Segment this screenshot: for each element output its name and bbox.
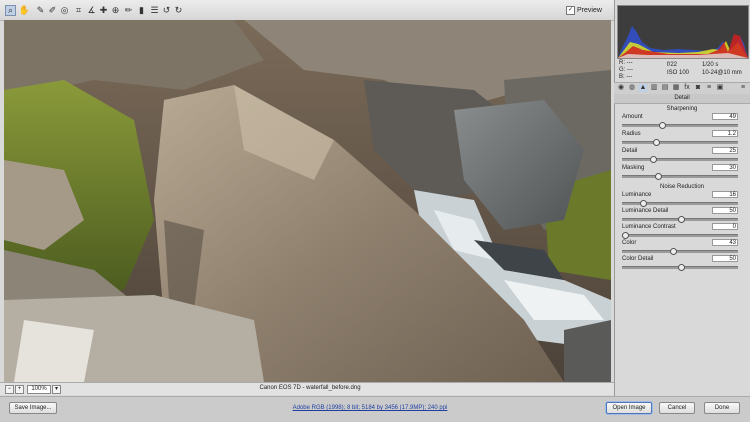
hsl-tab-icon[interactable]: ▥	[650, 84, 658, 92]
zoom-in-button[interactable]: +	[15, 385, 24, 394]
spot-removal-icon[interactable]: ✚	[98, 5, 109, 16]
save-image-button[interactable]: Save Image...	[9, 402, 57, 414]
noise-reduction-heading: Noise Reduction	[659, 184, 705, 190]
slider-label: Masking	[622, 165, 645, 171]
hand-icon[interactable]: ✋	[19, 5, 30, 16]
image-canvas[interactable]	[4, 20, 611, 382]
slider-thumb[interactable]	[677, 264, 685, 271]
slider-thumb[interactable]	[622, 232, 629, 239]
iso: ISO 100	[667, 70, 690, 76]
slider-thumb[interactable]	[658, 122, 666, 129]
redeye-icon[interactable]: ⊕	[110, 5, 121, 16]
slider-value-field[interactable]: 25	[712, 147, 738, 154]
slider-label: Amount	[622, 114, 643, 120]
histogram	[617, 5, 749, 59]
effects-tab-icon[interactable]: fx	[683, 84, 691, 92]
straighten-icon[interactable]: ∡	[86, 5, 97, 16]
camera-calibration-tab-icon[interactable]: ◙	[694, 84, 702, 92]
slider-value-field[interactable]: 0	[712, 223, 738, 230]
slider-row: Color Detail 50	[622, 255, 738, 271]
eyedropper-icon[interactable]: ✎	[35, 5, 46, 16]
presets-tab-icon[interactable]: ≡	[705, 84, 713, 92]
zoom-level[interactable]: 100%	[27, 385, 51, 394]
slider-label: Radius	[622, 131, 641, 137]
slider-thumb[interactable]	[649, 156, 657, 163]
preferences-icon[interactable]: ☰	[149, 5, 160, 16]
slider-track[interactable]	[622, 158, 738, 161]
slider-track[interactable]	[622, 124, 738, 127]
slider-track[interactable]	[622, 234, 738, 237]
slider-label: Color	[622, 240, 637, 246]
slider-value-field[interactable]: 16	[712, 191, 738, 198]
graduated-filter-icon[interactable]: ▮	[136, 5, 147, 16]
preview-checkbox[interactable]: ✓	[566, 6, 575, 15]
slider-value-field[interactable]: 43	[712, 239, 738, 246]
slider-row: Color 43	[622, 239, 738, 255]
snapshots-tab-icon[interactable]: ▣	[716, 84, 724, 92]
preview-label: Preview	[577, 7, 602, 14]
rotate-left-icon[interactable]: ↺	[161, 5, 172, 16]
slider-label: Luminance Detail	[622, 208, 669, 214]
open-image-button[interactable]: Open Image	[606, 402, 652, 414]
slider-thumb[interactable]	[669, 248, 677, 255]
zoom-icon[interactable]: ⌕	[5, 5, 16, 16]
brush-icon[interactable]: ✏	[123, 5, 134, 16]
color-sampler-icon[interactable]: ✐	[47, 5, 58, 16]
slider-value-field[interactable]: 50	[712, 255, 738, 262]
histogram-graph	[618, 6, 748, 58]
slider-label: Luminance Contrast	[622, 224, 676, 230]
target-adjust-icon[interactable]: ◎	[59, 5, 70, 16]
slider-track[interactable]	[622, 141, 738, 144]
sharpening-heading: Sharpening	[666, 106, 698, 112]
image-caption: Canon EOS 7D - waterfall_before.dng	[259, 385, 361, 391]
status-bar: − + 100% ▾ Canon EOS 7D - waterfall_befo…	[0, 382, 614, 395]
slider-row: Masking 30	[622, 164, 738, 180]
slider-thumb[interactable]	[655, 173, 663, 180]
panel-menu-icon[interactable]: ≡	[739, 84, 747, 92]
slider-row: Luminance 16	[622, 191, 738, 207]
slider-row: Luminance Contrast 0	[622, 223, 738, 239]
pixel-readout: R: --- G: --- B: --- f/22 1/20 s ISO 100…	[619, 60, 742, 80]
preview-toggle[interactable]: ✓ Preview	[566, 6, 602, 15]
split-toning-tab-icon[interactable]: ▤	[661, 84, 669, 92]
tone-curve-tab-icon[interactable]: ◍	[628, 84, 636, 92]
slider-thumb[interactable]	[653, 139, 661, 146]
lens-tab-icon[interactable]: ▦	[672, 84, 680, 92]
shutter-speed: 1/20 s	[702, 62, 719, 68]
toolbar: ⌕ ✋ ✎ ✐ ◎ ⌗ ∡ ✚ ⊕ ✏ ▮ ☰ ↺ ↻	[0, 0, 614, 21]
slider-track[interactable]	[622, 175, 738, 178]
slider-value-field[interactable]: 1.2	[712, 130, 738, 137]
slider-thumb[interactable]	[677, 216, 685, 223]
done-button[interactable]: Done	[704, 402, 740, 414]
rotate-right-icon[interactable]: ↻	[173, 5, 184, 16]
slider-row: Radius 1.2	[622, 130, 738, 146]
crop-icon[interactable]: ⌗	[73, 5, 84, 16]
zoom-out-button[interactable]: −	[5, 385, 14, 394]
aperture: f/22	[667, 62, 678, 68]
slider-label: Detail	[622, 148, 638, 154]
slider-label: Color Detail	[622, 256, 654, 262]
slider-value-field[interactable]: 49	[712, 113, 738, 120]
detail-tab-triangle-icon[interactable]: ▲	[639, 84, 647, 92]
slider-label: Luminance	[622, 192, 652, 198]
slider-value-field[interactable]: 50	[712, 207, 738, 214]
slider-row: Luminance Detail 50	[622, 207, 738, 223]
waterfall-photo	[4, 20, 611, 382]
zoom-dropdown-chevron-down-icon[interactable]: ▾	[52, 385, 61, 394]
slider-row: Amount 49	[622, 113, 738, 129]
slider-row: Detail 25	[622, 147, 738, 163]
slider-track[interactable]	[622, 250, 738, 253]
slider-value-field[interactable]: 30	[712, 164, 738, 171]
cancel-button[interactable]: Cancel	[659, 402, 695, 414]
lens-info: 10-24@10 mm	[702, 70, 742, 76]
slider-thumb[interactable]	[639, 200, 647, 207]
basic-tab-aperture-icon[interactable]: ◉	[617, 84, 625, 92]
workflow-options-link[interactable]: Adobe RGB (1998); 8 bit; 5184 by 3456 (1…	[270, 405, 470, 411]
panel-title: Detail	[614, 94, 750, 104]
